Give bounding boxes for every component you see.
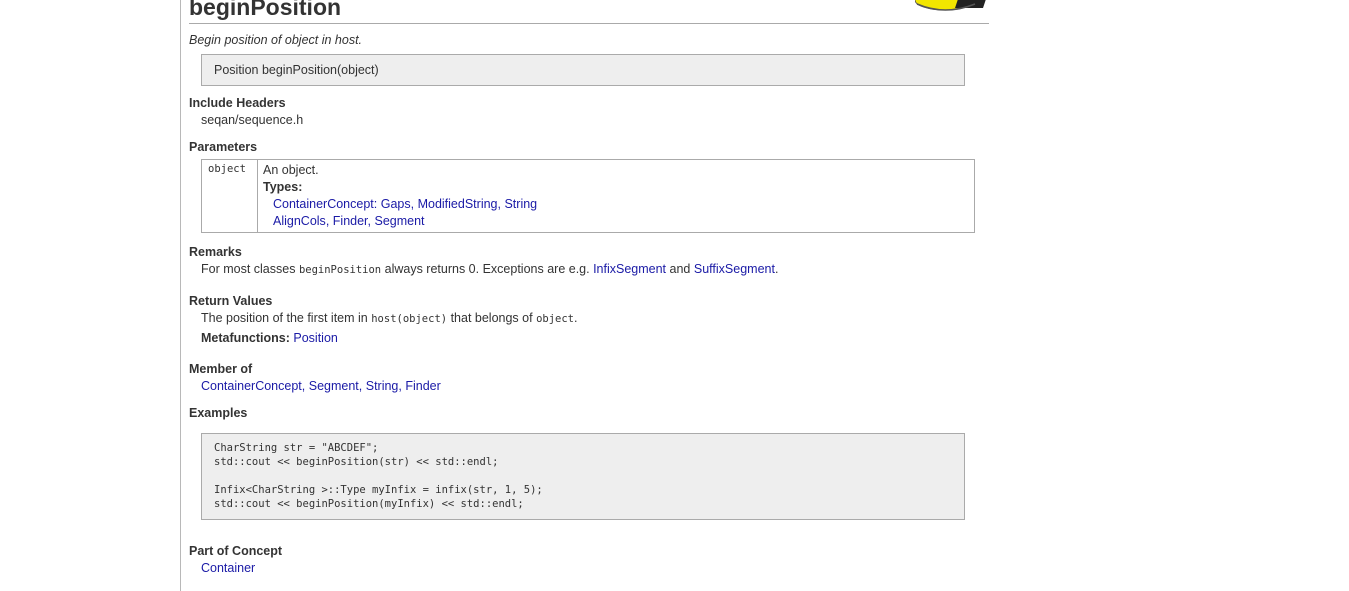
return-code-host: host(object) [371, 313, 448, 325]
page-title: beginPosition [189, 0, 342, 20]
example-code-box: CharString str = "ABCDEF"; std::cout << … [201, 433, 965, 520]
part-of-concept-list: Container [201, 561, 255, 575]
types-line-1: ContainerConcept: Gaps, ModifiedString, … [273, 197, 538, 211]
link-containerconcept[interactable]: ContainerConcept [273, 197, 374, 211]
link-member-segment[interactable]: Segment [309, 379, 359, 393]
link-suffixsegment[interactable]: SuffixSegment [694, 262, 775, 276]
param-description: An object. [263, 163, 319, 177]
return-values-heading: Return Values [189, 294, 273, 308]
member-of-list: ContainerConcept, Segment, String, Finde… [201, 379, 441, 393]
part-of-concept-heading: Part of Concept [189, 544, 283, 558]
parameters-heading: Parameters [189, 140, 258, 154]
examples-heading: Examples [189, 406, 248, 420]
title-rule [189, 23, 989, 24]
param-name: object [208, 163, 246, 175]
signature-box: Position beginPosition(object) [201, 54, 965, 86]
types-separator: : [373, 197, 378, 211]
param-name-cell: object [202, 160, 258, 232]
link-segment[interactable]: Segment [375, 214, 425, 228]
link-gaps[interactable]: Gaps [381, 197, 411, 211]
remarks-text: For most classes beginPosition always re… [201, 262, 779, 276]
metafunctions-label: Metafunctions: [201, 331, 290, 345]
example-code: CharString str = "ABCDEF"; std::cout << … [214, 442, 543, 510]
link-container[interactable]: Container [201, 561, 255, 575]
include-headers-heading: Include Headers [189, 96, 286, 110]
return-code-object: object [536, 313, 575, 325]
left-rule [180, 0, 181, 591]
link-finder[interactable]: Finder [333, 214, 368, 228]
param-description-cell: An object. Types: ContainerConcept: Gaps… [263, 162, 537, 230]
seqan-logo-icon [915, 0, 987, 18]
return-values-text: The position of the first item in host(o… [201, 311, 578, 325]
remarks-code: beginPosition [298, 264, 382, 276]
metafunctions-line: Metafunctions: Position [201, 331, 338, 345]
types-line-2: AlignCols, Finder, Segment [273, 214, 425, 228]
link-member-finder[interactable]: Finder [405, 379, 440, 393]
link-position[interactable]: Position [293, 331, 337, 345]
link-member-string[interactable]: String [366, 379, 399, 393]
link-aligncols[interactable]: AlignCols [273, 214, 326, 228]
types-label: Types: [263, 180, 303, 194]
member-of-heading: Member of [189, 362, 253, 376]
link-member-containerconcept[interactable]: ContainerConcept [201, 379, 302, 393]
include-header-value: seqan/sequence.h [201, 113, 304, 127]
link-infixsegment[interactable]: InfixSegment [593, 262, 666, 276]
signature-text: Position beginPosition(object) [214, 63, 379, 77]
summary-text: Begin position of object in host. [189, 33, 363, 47]
link-modifiedstring[interactable]: ModifiedString [418, 197, 498, 211]
parameters-table: object An object. Types: ContainerConcep… [201, 159, 975, 233]
remarks-heading: Remarks [189, 245, 242, 259]
link-string[interactable]: String [504, 197, 537, 211]
